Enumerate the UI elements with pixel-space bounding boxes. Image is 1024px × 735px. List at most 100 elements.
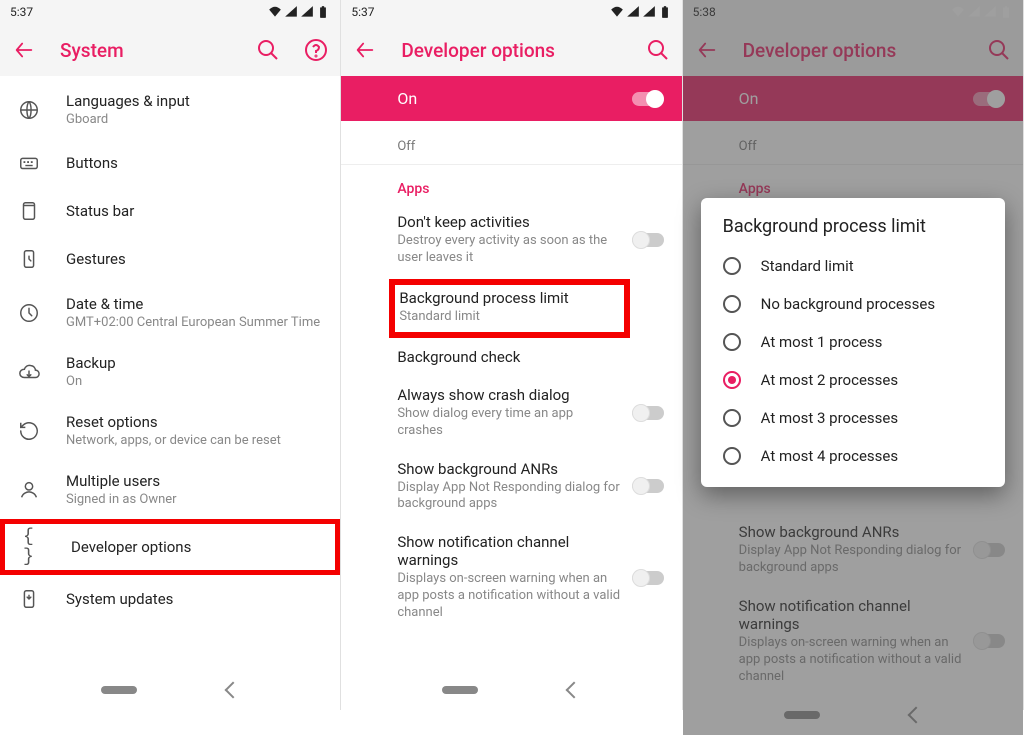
row-label: Multiple users	[66, 472, 324, 490]
appbar: Developer options	[683, 24, 1023, 76]
home-pill[interactable]	[784, 711, 820, 719]
dialog-title: Background process limit	[701, 216, 1005, 247]
dialog-option-at-most-3-processes[interactable]: At most 3 processes	[701, 399, 1005, 437]
page-title: System	[60, 39, 232, 62]
row-label: Gestures	[66, 250, 324, 268]
dialog-option-at-most-4-processes[interactable]: At most 4 processes	[701, 437, 1005, 475]
toggle-switch[interactable]	[632, 90, 664, 108]
signal-icon	[626, 5, 640, 19]
row-icon	[18, 479, 40, 501]
setting-row-date-time[interactable]: Date & timeGMT+02:00 Central European Su…	[0, 283, 340, 342]
opt-title: Show notification channel warnings	[397, 533, 621, 569]
nav-back[interactable]	[566, 682, 583, 699]
wifi-icon	[268, 5, 282, 19]
navbar	[341, 670, 681, 710]
dialog-option-at-most-2-processes[interactable]: At most 2 processes	[701, 361, 1005, 399]
row-sub: Network, apps, or device can be reset	[66, 433, 324, 448]
toggle-switch[interactable]	[632, 404, 664, 422]
row-sub: Signed in as Owner	[66, 492, 324, 507]
row-icon	[18, 361, 40, 383]
option-background-process-limit[interactable]: Background process limit Standard limit	[389, 279, 629, 338]
signal-icon	[284, 5, 298, 19]
navbar	[0, 670, 340, 710]
setting-row-backup[interactable]: Backup On	[0, 342, 340, 401]
dialog-option-label: At most 1 process	[761, 333, 883, 351]
content: Languages & inputGboardButtonsStatus bar…	[0, 76, 340, 670]
phone-dialog: 5:38 Developer options On x	[683, 0, 1024, 710]
row-label: Reset options	[66, 413, 324, 431]
toggle-switch[interactable]	[632, 231, 664, 249]
toggle-switch	[973, 541, 1005, 559]
back-button[interactable]	[353, 38, 377, 62]
setting-row-multiple-users[interactable]: Multiple users Signed in as Owner	[0, 460, 340, 519]
toggle-switch	[973, 632, 1005, 650]
search-button[interactable]	[646, 38, 670, 62]
statusbar: 5:37	[0, 0, 340, 24]
toggle-switch	[973, 90, 1005, 108]
row-sub: On	[66, 374, 324, 389]
row-label: Backup	[66, 354, 324, 372]
appbar: Developer options	[341, 24, 681, 76]
master-toggle[interactable]: On	[341, 76, 681, 121]
search-button[interactable]	[987, 38, 1011, 62]
radio-icon	[723, 257, 741, 275]
row-icon	[18, 99, 40, 121]
statusbar: 5:37	[341, 0, 681, 24]
battery-icon	[658, 5, 672, 19]
back-button[interactable]	[12, 38, 36, 62]
radio-icon	[723, 447, 741, 465]
opt-sub: Destroy every activity as soon as the us…	[397, 233, 621, 267]
dialog-option-standard-limit[interactable]: Standard limit	[701, 247, 1005, 285]
section-apps: Apps	[341, 165, 681, 203]
setting-row-buttons[interactable]: Buttons	[0, 139, 340, 187]
setting-row-system-updates[interactable]: System updates	[0, 575, 340, 623]
master-toggle: On	[683, 76, 1023, 121]
row-label: Date & time	[66, 295, 324, 313]
appbar: System	[0, 24, 340, 76]
option-show-background-anrs[interactable]: Show background ANRs Display App Not Resp…	[341, 450, 681, 524]
setting-row-gestures[interactable]: Gestures	[0, 235, 340, 283]
clock: 5:37	[10, 5, 33, 19]
back-button[interactable]	[695, 38, 719, 62]
option-always-show-crash-dialog[interactable]: Always show crash dialogShow dialog ever…	[341, 376, 681, 450]
battery-icon	[999, 5, 1013, 19]
opt-title: Don't keep activities	[397, 213, 621, 231]
setting-row-developer-options[interactable]: { }Developer options	[0, 519, 340, 575]
toggle-switch[interactable]	[632, 569, 664, 587]
opt-title: Show background ANRs	[397, 460, 621, 478]
nav-back[interactable]	[225, 682, 242, 699]
navbar	[683, 695, 1023, 735]
opt-sub: Display App Not Responding dialog for ba…	[397, 480, 621, 514]
option-don-t-keep-activities[interactable]: Don't keep activities Destroy every activ…	[341, 203, 681, 277]
opt-title: Always show crash dialog	[397, 386, 621, 404]
master-toggle-label: On	[397, 89, 631, 108]
search-button[interactable]	[256, 38, 280, 62]
setting-row-languages-input[interactable]: Languages & inputGboard	[0, 80, 340, 139]
toggle-switch[interactable]	[632, 477, 664, 495]
option-show-background-anrs: Show background ANRsDisplay App Not Resp…	[683, 513, 1023, 587]
opt-sub: Standard limit	[399, 309, 619, 324]
help-button[interactable]	[304, 38, 328, 62]
battery-icon	[316, 5, 330, 19]
signal-icon-2	[983, 5, 997, 19]
dialog-option-label: At most 4 processes	[761, 447, 898, 465]
row-sub: Gboard	[66, 112, 324, 127]
home-pill[interactable]	[442, 686, 478, 694]
opt-title: Background process limit	[399, 289, 619, 307]
dialog-option-no-background-processes[interactable]: No background processes	[701, 285, 1005, 323]
option-background-check[interactable]: Background check	[341, 338, 681, 376]
clock: 5:37	[351, 5, 374, 19]
setting-row-reset-options[interactable]: Reset options Network, apps, or device ca…	[0, 401, 340, 460]
statusbar: 5:38	[683, 0, 1023, 24]
opt-sub: Displays on-screen warning when an app p…	[397, 571, 621, 622]
signal-icon-2	[642, 5, 656, 19]
dialog-option-at-most-1-process[interactable]: At most 1 process	[701, 323, 1005, 361]
wifi-icon	[951, 5, 965, 19]
dialog-option-label: No background processes	[761, 295, 935, 313]
radio-icon	[723, 371, 741, 389]
row-icon	[18, 420, 40, 442]
option-show-notification-channel-warnings[interactable]: Show notification channel warningsDispla…	[341, 523, 681, 632]
home-pill[interactable]	[101, 686, 137, 694]
setting-row-status-bar[interactable]: Status bar	[0, 187, 340, 235]
row-icon: { }	[23, 536, 45, 558]
